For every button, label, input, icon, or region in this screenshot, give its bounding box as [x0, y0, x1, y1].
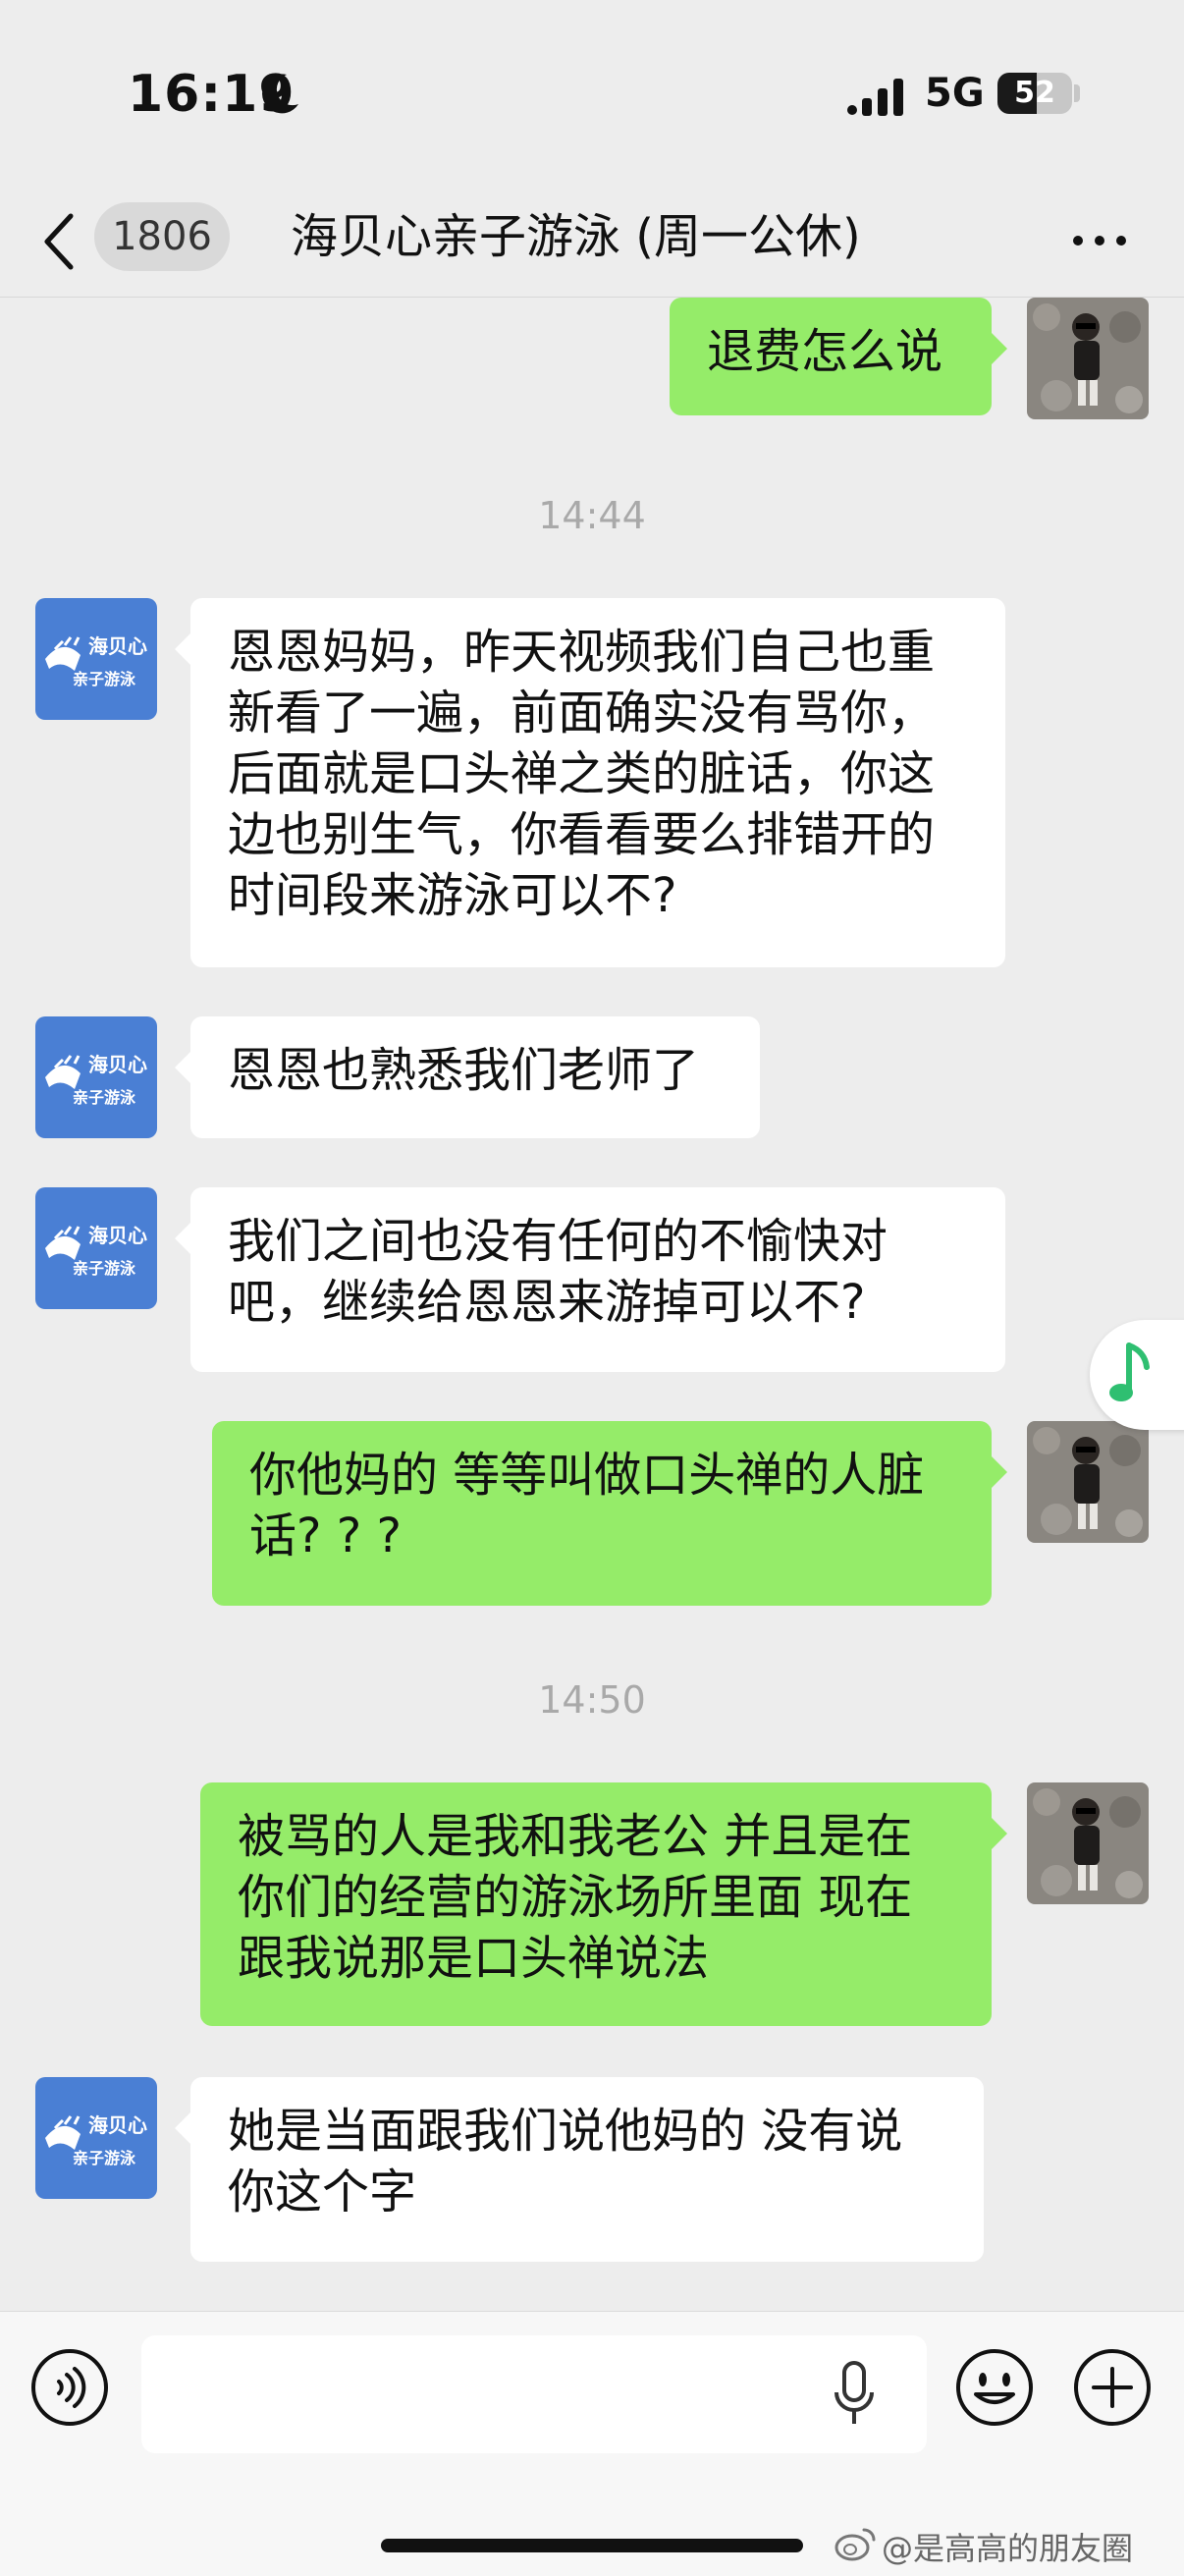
message-timestamp: 14:44 — [538, 494, 646, 537]
self-avatar-photo — [1027, 1782, 1149, 1904]
contact-avatar[interactable]: 海贝心 亲子游泳 — [35, 1187, 157, 1309]
floating-music-button[interactable] — [1090, 1320, 1184, 1430]
incoming-message-bubble[interactable]: 恩恩也熟悉我们老师了 — [175, 1016, 760, 1138]
moon-icon — [262, 74, 298, 114]
battery-icon: 52 — [997, 73, 1072, 114]
outgoing-message-bubble[interactable]: 你他妈的 等等叫做口头禅的人脏话? ? ? — [212, 1421, 1007, 1606]
shop-logo-name: 海贝心 — [88, 2113, 147, 2137]
network-label: 5G — [925, 71, 985, 116]
plus-icon[interactable] — [1072, 2347, 1153, 2428]
emoji-icon[interactable] — [954, 2347, 1035, 2428]
shop-logo-name: 海贝心 — [88, 1053, 147, 1076]
music-note-icon — [1109, 1343, 1150, 1401]
voice-icon[interactable] — [29, 2347, 110, 2428]
unread-count-badge[interactable]: 1806 — [94, 202, 230, 271]
signal-icon — [847, 79, 903, 116]
shop-logo-subtitle: 亲子游泳 — [73, 2149, 136, 2167]
message-timestamp: 14:50 — [538, 1678, 646, 1722]
self-avatar[interactable] — [1027, 298, 1149, 419]
microphone-icon[interactable] — [833, 2361, 876, 2428]
chat-title: 海贝心亲子游泳 (周一公休) — [291, 209, 861, 264]
watermark-text: @是高高的朋友圈 — [882, 2530, 1134, 2567]
shop-logo-subtitle: 亲子游泳 — [73, 1088, 136, 1107]
shop-logo-icon: 海贝心 亲子游泳 — [45, 634, 147, 688]
shop-logo-name: 海贝心 — [88, 1224, 147, 1247]
shop-logo-icon: 海贝心 亲子游泳 — [45, 1053, 147, 1107]
back-icon[interactable] — [41, 202, 81, 281]
self-avatar[interactable] — [1027, 1421, 1149, 1543]
incoming-message-bubble[interactable]: 她是当面跟我们说他妈的 没有说你这个字 — [175, 2077, 984, 2262]
weibo-logo-icon — [834, 2528, 876, 2561]
shop-logo-subtitle: 亲子游泳 — [73, 1259, 136, 1278]
shop-logo-subtitle: 亲子游泳 — [73, 670, 136, 688]
contact-avatar[interactable]: 海贝心 亲子游泳 — [35, 1016, 157, 1138]
input-bar: @是高高的朋友圈 — [0, 2311, 1184, 2576]
self-avatar-photo — [1027, 298, 1149, 419]
battery-level: 52 — [1014, 76, 1055, 110]
incoming-message-bubble[interactable]: 恩恩妈妈，昨天视频我们自己也重新看了一遍，前面确实没有骂你，后面就是口头禅之类的… — [175, 598, 1005, 967]
more-icon[interactable] — [1070, 226, 1129, 255]
shop-logo-name: 海贝心 — [88, 634, 147, 658]
shop-logo-icon: 海贝心 亲子游泳 — [45, 2113, 147, 2167]
battery-tip — [1074, 84, 1080, 102]
incoming-message-bubble[interactable]: 我们之间也没有任何的不愉快对吧，继续给恩恩来游掉可以不? — [175, 1187, 1005, 1372]
watermark: @是高高的朋友圈 — [834, 2524, 1134, 2569]
status-bar: 16:19 5G 52 — [0, 0, 1184, 187]
self-avatar-photo — [1027, 1421, 1149, 1543]
chat-header: 1806 海贝心亲子游泳 (周一公休) — [0, 187, 1184, 298]
home-indicator[interactable] — [381, 2539, 803, 2552]
message-list[interactable]: 退费怎么说 14:44 海贝心 亲子游泳 恩恩妈妈，昨天视频我们自己也重新看了一… — [0, 298, 1184, 2311]
outgoing-message-bubble[interactable]: 退费怎么说 — [670, 298, 1007, 415]
message-input[interactable] — [141, 2335, 927, 2453]
self-avatar[interactable] — [1027, 1782, 1149, 1904]
shop-logo-icon: 海贝心 亲子游泳 — [45, 1224, 147, 1278]
outgoing-message-bubble[interactable]: 被骂的人是我和我老公 并且是在你们的经营的游泳场所里面 现在跟我说那是口头禅说法 — [200, 1782, 1007, 2026]
contact-avatar[interactable]: 海贝心 亲子游泳 — [35, 2077, 157, 2199]
contact-avatar[interactable]: 海贝心 亲子游泳 — [35, 598, 157, 720]
